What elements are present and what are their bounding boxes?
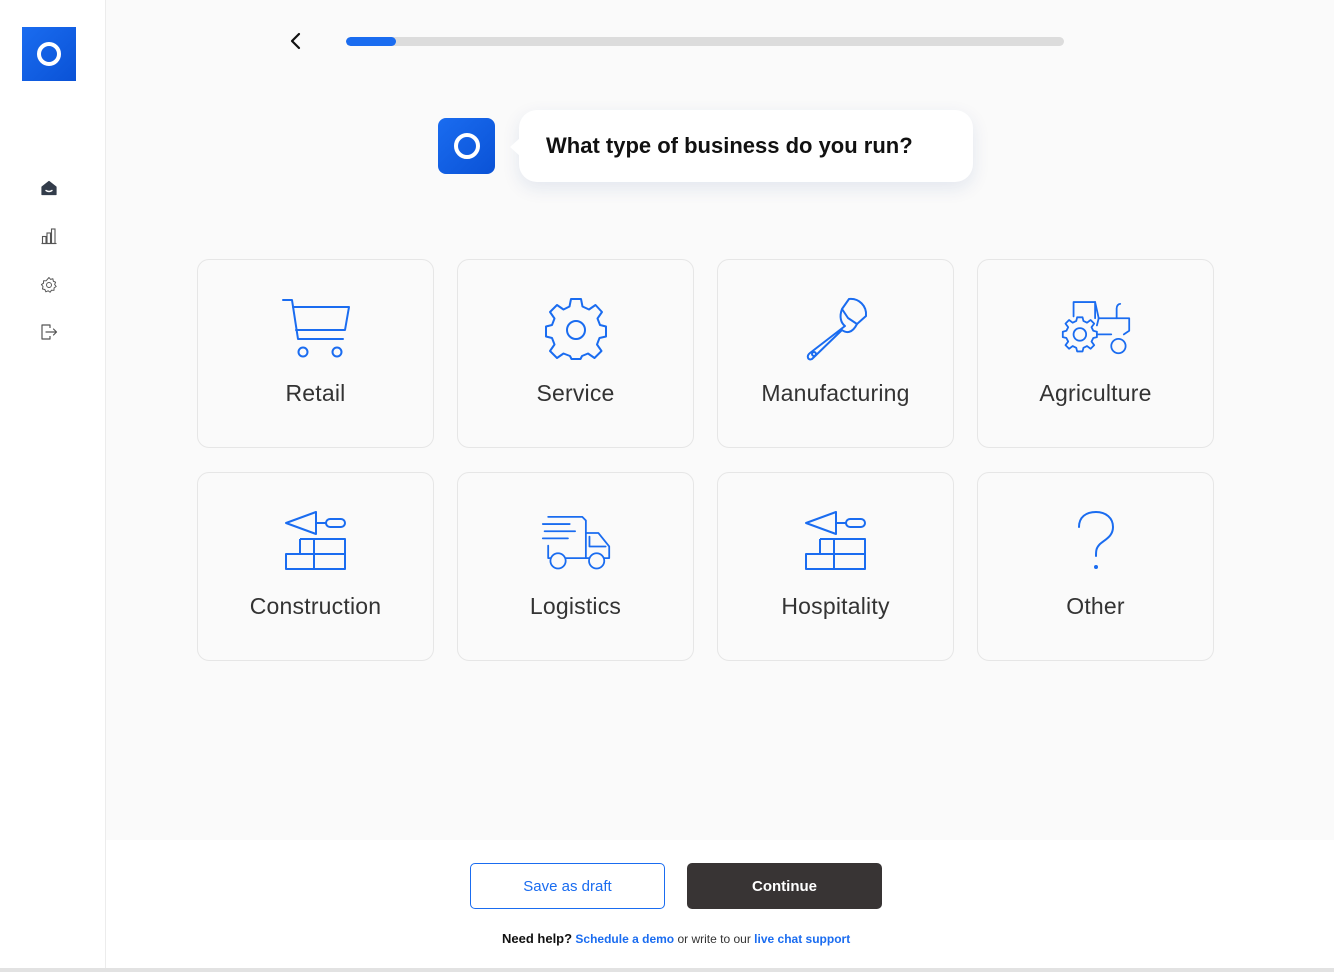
wrench-icon (806, 297, 867, 361)
home-icon (41, 180, 57, 196)
shopping-cart-icon (281, 299, 350, 358)
delivery-truck-icon (541, 515, 610, 570)
business-type-grid: Retail Service Manufacturing Agriculture… (197, 259, 1214, 661)
option-label: Retail (285, 380, 346, 406)
footer-bar: Save as draft Continue Need help? Schedu… (106, 840, 1334, 968)
back-button[interactable] (286, 30, 306, 52)
bar-chart-icon (41, 228, 57, 245)
option-card-agriculture[interactable]: Agriculture (977, 259, 1214, 448)
main-content: What type of business do you run? Retail (106, 0, 1334, 840)
option-card-other[interactable]: Other (977, 472, 1214, 661)
progress-fill (346, 37, 397, 46)
question-mark-icon (1077, 510, 1114, 569)
option-label: Agriculture (1039, 380, 1152, 406)
live-chat-support-link[interactable]: live chat support (754, 932, 850, 946)
chevron-left-icon (290, 32, 301, 50)
trowel-bricks-icon (804, 511, 866, 570)
sidebar-item-analytics[interactable] (38, 225, 60, 247)
save-draft-button[interactable]: Save as draft (470, 863, 665, 909)
question-text: What type of business do you run? (546, 133, 913, 158)
continue-button[interactable]: Continue (687, 863, 882, 909)
window-bottom-edge (0, 968, 1334, 972)
option-label: Service (536, 380, 615, 406)
help-prefix: Need help? (502, 931, 573, 946)
sidebar-item-settings[interactable] (38, 274, 60, 296)
option-card-service[interactable]: Service (457, 259, 694, 448)
option-label: Logistics (529, 593, 622, 619)
option-label: Other (1066, 593, 1125, 619)
tractor-icon (1061, 301, 1130, 355)
logout-icon (41, 324, 58, 340)
option-card-hospitality[interactable]: Hospitality (717, 472, 954, 661)
option-card-retail[interactable]: Retail (197, 259, 434, 448)
schedule-demo-link[interactable]: Schedule a demo (575, 932, 674, 946)
brand-ring-icon (37, 42, 61, 66)
help-middle: or write to our (677, 932, 751, 946)
sidebar-item-home[interactable] (38, 177, 60, 199)
question-bubble: What type of business do you run? (510, 110, 973, 182)
gear-icon (544, 298, 607, 360)
trowel-bricks-icon (284, 511, 346, 570)
option-card-logistics[interactable]: Logistics (457, 472, 694, 661)
option-label: Manufacturing (761, 380, 910, 406)
sidebar-item-logout[interactable] (38, 321, 60, 343)
progress-bar (346, 37, 1064, 46)
option-card-construction[interactable]: Construction (197, 472, 434, 661)
assistant-avatar (438, 118, 495, 174)
option-label: Construction (249, 593, 382, 619)
option-card-manufacturing[interactable]: Manufacturing (717, 259, 954, 448)
option-label: Hospitality (781, 593, 890, 619)
sidebar (0, 0, 106, 972)
gear-icon (40, 277, 57, 293)
brand-ring-icon (453, 133, 480, 159)
app-logo[interactable] (22, 27, 76, 81)
help-text: Need help? Schedule a demo or write to o… (502, 931, 850, 946)
